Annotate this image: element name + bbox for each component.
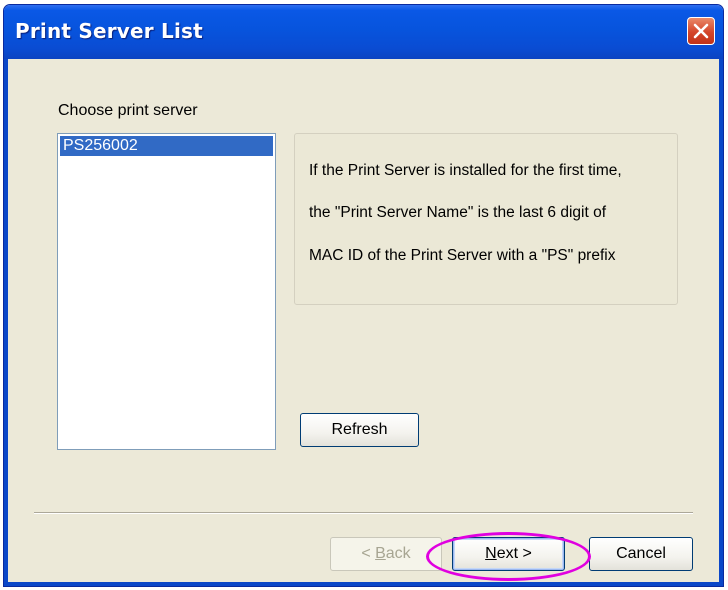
window-frame-bottom	[4, 582, 723, 586]
list-item[interactable]: PS256002	[60, 136, 273, 156]
dialog-title: Print Server List	[15, 19, 203, 43]
title-bar[interactable]: Print Server List	[4, 5, 723, 59]
back-button-label: ack	[385, 545, 411, 562]
print-server-listbox[interactable]: PS256002	[57, 133, 276, 450]
next-button-highlight-ellipse	[426, 532, 591, 581]
footer-separator	[34, 512, 693, 514]
info-line: the "Print Server Name" is the last 6 di…	[309, 204, 607, 221]
cancel-button[interactable]: Cancel	[589, 537, 693, 571]
info-line: If the Print Server is installed for the…	[309, 162, 622, 179]
close-button[interactable]	[687, 17, 715, 45]
back-button-prefix: <	[361, 545, 376, 562]
refresh-button[interactable]: Refresh	[300, 413, 419, 447]
back-button-mnemonic: B	[375, 545, 386, 562]
info-line: MAC ID of the Print Server with a "PS" p…	[309, 247, 616, 264]
dialog-body: Choose print server PS256002 If the Prin…	[8, 59, 719, 582]
print-server-list-dialog: Print Server List Choose print server PS…	[3, 4, 724, 587]
window-frame-right	[719, 59, 723, 586]
close-icon	[693, 23, 709, 39]
choose-print-server-label: Choose print server	[58, 102, 198, 119]
info-panel: If the Print Server is installed for the…	[294, 133, 678, 305]
